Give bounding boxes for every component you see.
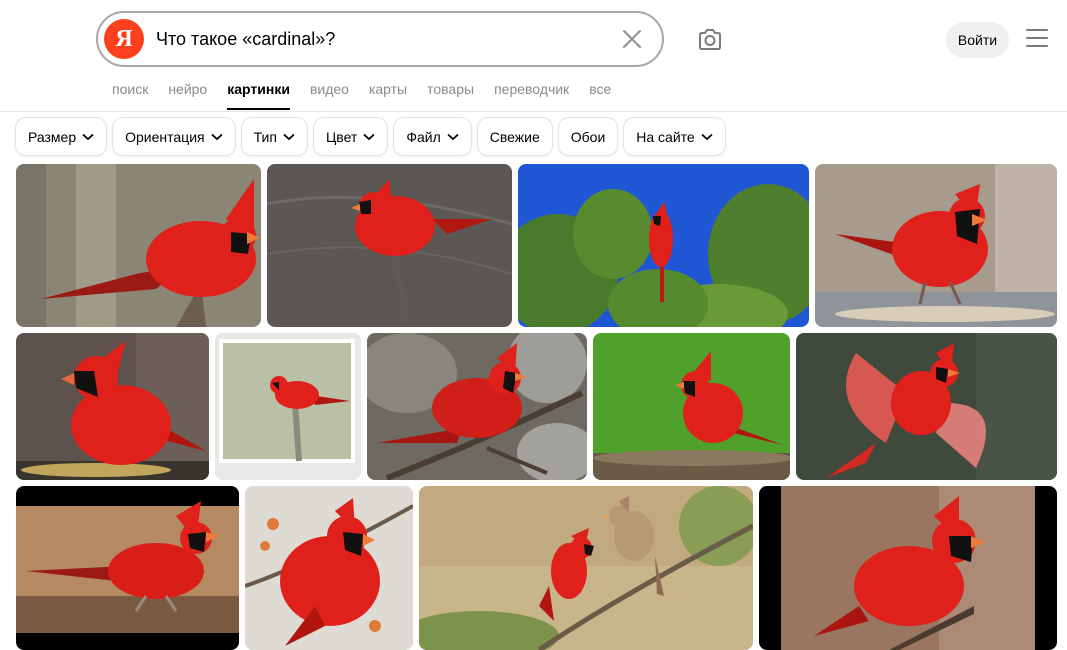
tab-translator[interactable]: переводчик	[494, 80, 569, 110]
login-button[interactable]: Войти	[946, 22, 1009, 58]
image-result[interactable]	[593, 333, 790, 480]
tab-search[interactable]: поиск	[112, 80, 148, 110]
filter-on-site[interactable]: На сайте	[624, 118, 725, 155]
hamburger-icon[interactable]	[1026, 29, 1048, 49]
image-result[interactable]	[16, 333, 209, 480]
tab-neuro[interactable]: нейро	[168, 80, 207, 110]
image-result[interactable]	[796, 333, 1057, 480]
search-box[interactable]: Я	[96, 11, 664, 67]
image-result[interactable]	[245, 486, 413, 650]
search-tabs: поиск нейро картинки видео карты товары …	[112, 80, 631, 110]
close-icon[interactable]	[620, 27, 644, 51]
filter-bar: Размер Ориентация Тип Цвет Файл Свежие О…	[16, 118, 732, 156]
tab-all[interactable]: все	[589, 80, 611, 110]
chevron-down-icon	[363, 133, 375, 140]
tab-maps[interactable]: карты	[369, 80, 407, 110]
search-input[interactable]	[156, 13, 596, 65]
tab-images[interactable]: картинки	[227, 80, 290, 110]
yandex-logo[interactable]: Я	[104, 19, 144, 59]
image-result[interactable]	[267, 164, 512, 327]
chevron-down-icon	[211, 133, 223, 140]
filter-file[interactable]: Файл	[394, 118, 471, 155]
filter-size[interactable]: Размер	[16, 118, 107, 155]
chevron-down-icon	[283, 133, 295, 140]
tab-video[interactable]: видео	[310, 80, 349, 110]
chevron-down-icon	[701, 133, 713, 140]
image-result[interactable]	[815, 164, 1057, 327]
image-result[interactable]	[215, 333, 361, 480]
image-result[interactable]	[16, 486, 239, 650]
filter-type[interactable]: Тип	[241, 118, 307, 155]
filter-wallpapers[interactable]: Обои	[558, 118, 618, 155]
image-result[interactable]	[367, 333, 587, 480]
image-result[interactable]	[16, 164, 261, 327]
chevron-down-icon	[447, 133, 459, 140]
filter-color[interactable]: Цвет	[313, 118, 388, 155]
chevron-down-icon	[82, 133, 94, 140]
filter-fresh[interactable]: Свежие	[477, 118, 552, 155]
image-result[interactable]	[518, 164, 809, 327]
filter-orientation[interactable]: Ориентация	[113, 118, 235, 155]
header-divider	[0, 111, 1067, 112]
tab-products[interactable]: товары	[427, 80, 474, 110]
camera-icon[interactable]	[694, 24, 726, 56]
image-result[interactable]	[759, 486, 1057, 650]
image-result[interactable]	[419, 486, 753, 650]
